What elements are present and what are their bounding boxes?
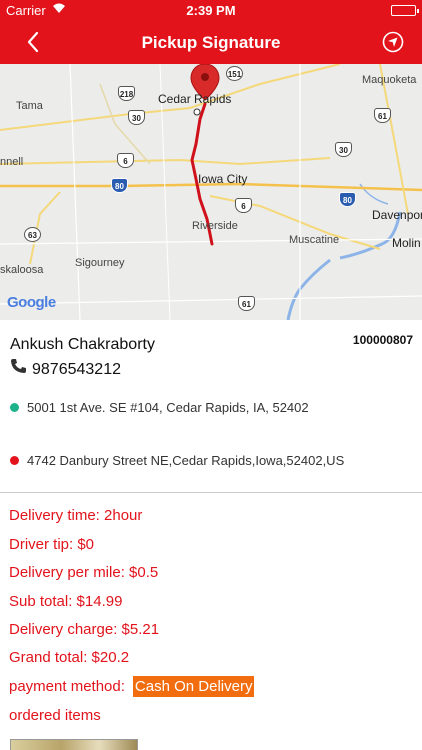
us-6-shield: 6 — [117, 153, 134, 168]
us-30-shield: 30 — [128, 110, 145, 125]
sub-total: Sub total: $14.99 — [9, 593, 123, 610]
delivery-per-mile: Delivery per mile: $0.5 — [9, 564, 159, 581]
i-80-east-shield: 80 — [339, 192, 356, 207]
driver-tip: Driver tip: $0 — [9, 536, 95, 553]
phone-number: 9876543212 — [32, 361, 121, 378]
map-label-maquoketa: Maquoketa — [362, 74, 417, 86]
locate-button[interactable] — [382, 31, 404, 53]
us-61-shield: 61 — [374, 108, 391, 123]
map-label-cedar-rapids: Cedar Rapids — [158, 92, 232, 106]
dropoff-dot-icon — [10, 456, 19, 465]
map-label-muscatine: Muscatine — [289, 234, 340, 246]
ia-151-shield: 151 — [226, 66, 243, 81]
clock: 2:39 PM — [186, 3, 236, 18]
map-label-moline: Molin — [392, 236, 421, 250]
map-label-davenport: Davenpor — [372, 208, 422, 222]
order-id: 100000807 — [352, 333, 413, 347]
i-80-shield: 80 — [111, 178, 128, 193]
payment-method-badge: Cash On Delivery — [132, 676, 255, 697]
google-attribution: Google — [7, 294, 56, 311]
map-label-sigourney: Sigourney — [75, 257, 125, 269]
map-label-iowa-city: Iowa City — [198, 172, 248, 186]
section-divider — [0, 492, 422, 493]
phone-icon — [10, 358, 30, 379]
pickup-address-row: 5001 1st Ave. SE #104, Cedar Rapids, IA,… — [10, 400, 309, 415]
pickup-address: 5001 1st Ave. SE #104, Cedar Rapids, IA,… — [27, 400, 309, 415]
payment-method-row: payment method: Cash On Delivery — [9, 676, 255, 697]
navigation-bar: Carrier 2:39 PM Pickup Signature — [0, 0, 422, 64]
us-6-east-shield: 6 — [235, 198, 252, 213]
payment-method-label: payment method: — [9, 678, 125, 695]
route-map[interactable]: Cedar Rapids Iowa City Tama Maquoketa Ri… — [0, 64, 422, 320]
customer-name: Ankush Chakraborty — [10, 336, 155, 353]
map-label-oskaloosa: skaloosa — [0, 264, 44, 276]
dropoff-address: 4742 Danbury Street NE,Cedar Rapids,Iowa… — [27, 453, 345, 468]
ia-63-shield: 63 — [24, 227, 41, 242]
us-218-shield: 218 — [118, 86, 135, 101]
dropoff-address-row: 4742 Danbury Street NE,Cedar Rapids,Iowa… — [10, 453, 344, 468]
grand-total: Grand total: $20.2 — [9, 649, 130, 666]
map-label-riverside: Riverside — [192, 220, 238, 232]
pickup-dot-icon — [10, 403, 19, 412]
page-title: Pickup Signature — [141, 33, 281, 52]
status-bar: Carrier 2:39 PM — [0, 0, 422, 20]
map-label-grinnell: nnell — [0, 156, 24, 168]
battery-icon — [391, 5, 419, 16]
ordered-item-thumbnail[interactable] — [10, 739, 138, 750]
us-61-south-shield: 61 — [238, 296, 255, 311]
phone-row[interactable]: 9876543212 — [10, 358, 121, 379]
navigate-icon — [382, 31, 404, 53]
ordered-items-heading: ordered items — [9, 707, 101, 724]
delivery-charge: Delivery charge: $5.21 — [9, 621, 160, 638]
us-30-east-shield: 30 — [335, 142, 352, 157]
google-logo-text: Google — [7, 294, 56, 311]
delivery-time: Delivery time: 2hour — [9, 507, 143, 524]
map-label-tama: Tama — [16, 100, 43, 112]
